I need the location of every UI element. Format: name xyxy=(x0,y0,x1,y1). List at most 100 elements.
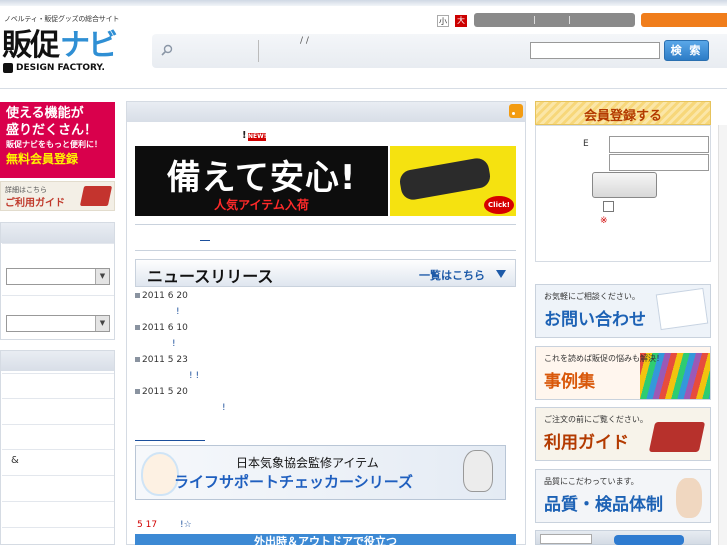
category-select[interactable]: ▼ xyxy=(6,268,110,285)
required-mark: ※ xyxy=(600,216,608,226)
email-label: E xyxy=(583,139,589,149)
remember-checkbox[interactable] xyxy=(603,201,614,212)
company-name: DESIGN FACTORY. xyxy=(16,63,105,73)
promo-line-4: 無料会員登録 xyxy=(6,152,79,166)
quality-caption: 品質にこだわっています。 xyxy=(544,477,639,486)
contact-banner[interactable]: お気軽にご相談ください。 お問い合わせ xyxy=(535,284,711,338)
company-logo: DESIGN FACTORY. xyxy=(3,63,105,73)
news-more-link[interactable]: 一覧はこちら xyxy=(419,267,485,283)
news-link[interactable]: ! ! xyxy=(189,371,199,381)
radio-product-image xyxy=(398,156,492,202)
logo-kanji: 販促 xyxy=(2,28,60,63)
main-content-header xyxy=(127,102,525,122)
news-date: 2011 5 23 xyxy=(135,355,188,365)
category-search-box: ▼ ▼ xyxy=(0,222,115,340)
featured-banner-title: 備えて安心! xyxy=(166,158,357,198)
scrollbar[interactable] xyxy=(718,125,727,545)
side-menu-box xyxy=(0,350,115,545)
header-divider xyxy=(0,88,727,89)
banner-bar xyxy=(614,535,684,545)
contact-title: お問い合わせ xyxy=(544,310,646,330)
book-icon xyxy=(79,186,113,206)
featured-product-banner[interactable]: Click! xyxy=(390,146,516,216)
checker-product-image xyxy=(463,450,493,492)
search-input[interactable] xyxy=(530,42,660,59)
click-badge: Click! xyxy=(484,196,514,214)
new-badge: NEW! xyxy=(248,133,267,141)
news-date-red: 5 17 xyxy=(137,520,158,530)
news-link[interactable]: ! xyxy=(222,403,226,413)
site-logo[interactable]: 販促 ナビ xyxy=(2,24,118,63)
free-registration-banner[interactable]: 使える機能が 盛りだくさん！ 販促ナビをもっと便利に！ 無料会員登録 xyxy=(0,102,115,178)
case-studies-banner[interactable]: これを読めば販促の悩みも解決！ 事例集 xyxy=(535,346,711,400)
menu-divider xyxy=(2,527,114,528)
login-button[interactable] xyxy=(592,172,657,198)
top-utility-nav[interactable] xyxy=(474,13,635,27)
promo-line-2: 盛りだくさん！ xyxy=(6,123,98,138)
menu-divider xyxy=(2,373,114,374)
quality-inspection-banner[interactable]: 品質にこだわっています。 品質・検品体制 xyxy=(535,469,711,523)
promo-line-3: 販促ナビをもっと便利に！ xyxy=(6,140,102,149)
news-link[interactable]: !☆ xyxy=(180,520,192,530)
outdoor-banner[interactable]: 外出時＆アウトドアで役立つ xyxy=(135,534,516,545)
guide-title: ご利用ガイド xyxy=(5,198,65,209)
font-size-small-button[interactable]: 小 xyxy=(437,15,449,27)
cases-title: 事例集 xyxy=(544,372,595,392)
news-date: 2011 6 10 xyxy=(135,323,188,333)
top-orange-button[interactable] xyxy=(641,13,727,27)
chevron-down-icon: ▼ xyxy=(95,269,109,284)
extra-banner[interactable] xyxy=(535,530,711,545)
cases-caption: これを読めば販促の悩みも解決！ xyxy=(544,354,664,363)
search-icon xyxy=(161,44,173,56)
nav-separator xyxy=(569,16,570,24)
life-banner-caption: 日本気象協会監修アイテム xyxy=(236,456,379,470)
featured-banner-subtitle: 人気アイテム入荷 xyxy=(214,198,309,212)
rss-icon[interactable] xyxy=(509,104,523,118)
side-menu-item-amp[interactable]: & xyxy=(11,455,19,466)
user-guide-banner[interactable]: ご注文の前にご覧ください。 利用ガイド xyxy=(535,407,711,461)
news-date: 2011 6 20 xyxy=(135,291,188,301)
life-support-checker-banner[interactable]: 日本気象協会監修アイテム ライフサポートチェッカーシリーズ xyxy=(135,445,506,500)
quality-title: 品質・検品体制 xyxy=(544,495,663,515)
book-icon xyxy=(648,422,706,452)
section-divider xyxy=(135,250,516,251)
guide-title-right: 利用ガイド xyxy=(544,433,629,453)
menu-divider xyxy=(2,475,114,476)
inline-link[interactable] xyxy=(200,240,210,241)
section-divider xyxy=(135,224,516,225)
menu-divider xyxy=(2,398,114,399)
row-divider xyxy=(2,243,114,244)
email-field[interactable] xyxy=(609,136,709,153)
news-link[interactable]: ! xyxy=(172,339,176,349)
section-link-underline[interactable] xyxy=(135,440,205,441)
menu-divider xyxy=(2,424,114,425)
password-field[interactable] xyxy=(609,154,709,171)
contact-caption: お気軽にご相談ください。 xyxy=(544,292,640,301)
featured-banner[interactable]: 備えて安心! 人気アイテム入荷 xyxy=(135,146,388,216)
search-category-links[interactable]: / / xyxy=(300,36,309,46)
search-divider xyxy=(258,40,259,62)
usage-guide-banner[interactable]: 詳細はこちら ご利用ガイド xyxy=(0,181,115,211)
life-banner-title: ライフサポートチェッカーシリーズ xyxy=(174,473,413,491)
side-menu-header xyxy=(1,351,114,371)
design-factory-icon xyxy=(3,63,13,73)
guide-caption: ご注文の前にご覧ください。 xyxy=(544,415,648,424)
price-select[interactable]: ▼ xyxy=(6,315,110,332)
news-link[interactable]: ! xyxy=(176,307,180,317)
menu-divider xyxy=(2,449,114,450)
nav-separator xyxy=(534,16,535,24)
hand-image xyxy=(676,478,702,518)
search-button[interactable]: 検 索 xyxy=(664,40,709,61)
news-date: 2011 5 20 xyxy=(135,387,188,397)
font-size-large-button[interactable]: 大 xyxy=(455,15,467,27)
member-registration-title[interactable]: 会員登録する xyxy=(584,105,662,124)
menu-divider xyxy=(2,501,114,502)
row-divider xyxy=(2,295,114,296)
banner-tag xyxy=(540,534,592,544)
category-search-header xyxy=(1,223,114,243)
top-gradient-strip xyxy=(0,0,727,6)
news-release-title: ニュースリリース xyxy=(147,267,274,286)
headline-flag: ! xyxy=(242,130,247,141)
promo-line-1: 使える機能が xyxy=(6,106,84,121)
triangle-down-icon xyxy=(496,270,506,278)
